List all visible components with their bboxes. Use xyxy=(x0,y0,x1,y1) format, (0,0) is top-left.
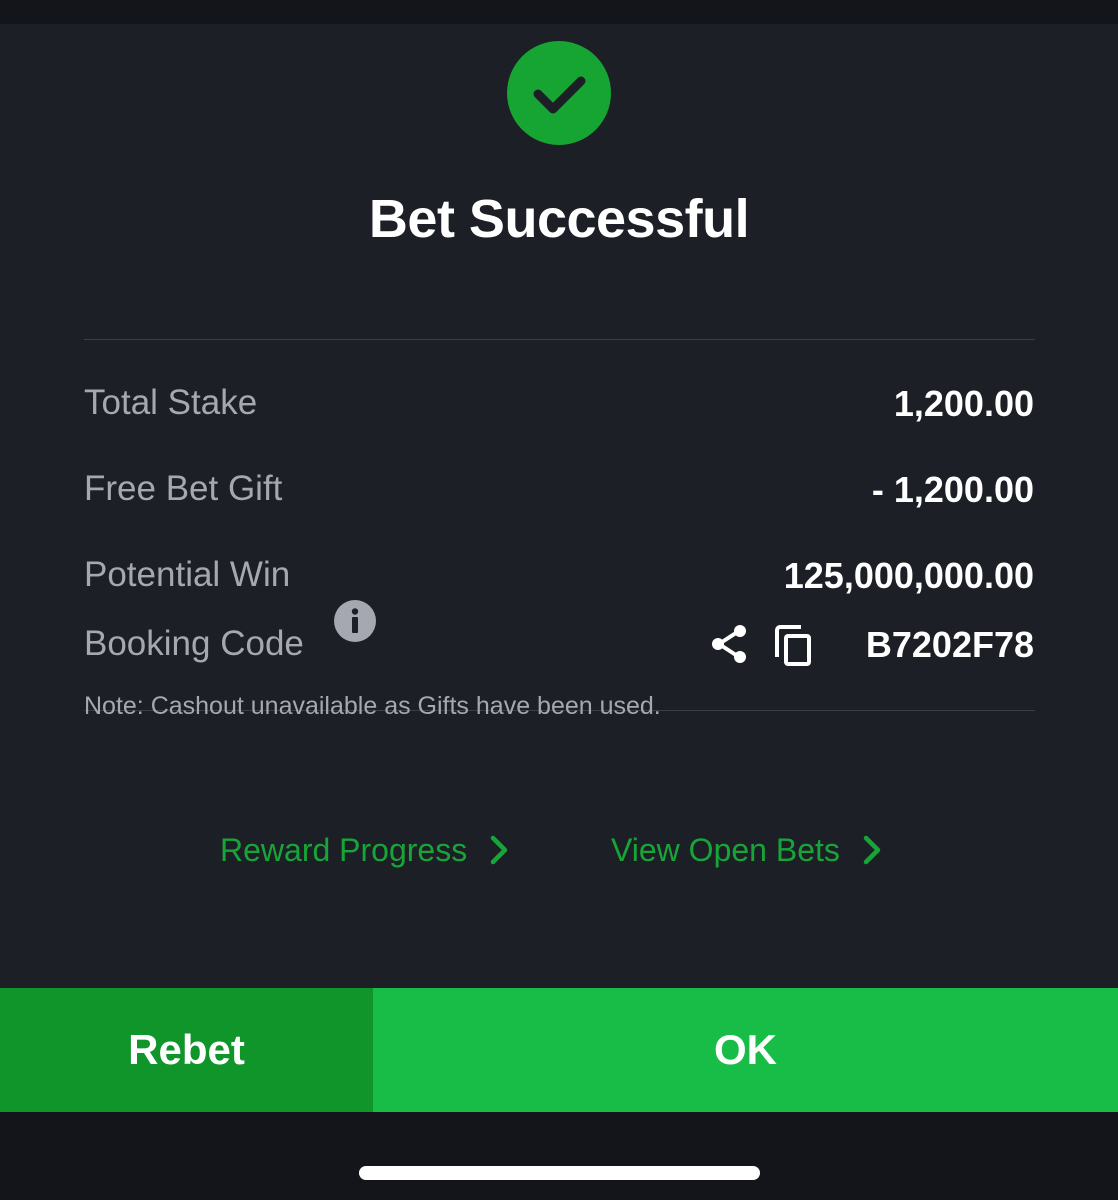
reward-progress-label: Reward Progress xyxy=(220,831,468,868)
top-divider xyxy=(84,339,1035,340)
copy-icon[interactable] xyxy=(773,623,815,667)
share-icon[interactable] xyxy=(710,623,752,665)
cashout-note: Note: Cashout unavailable as Gifts have … xyxy=(84,692,661,720)
bottom-safe-area xyxy=(0,1112,1118,1200)
reward-progress-link[interactable]: Reward Progress xyxy=(220,820,509,880)
free-bet-gift-value: - 1,200.00 xyxy=(871,469,1034,510)
home-indicator[interactable] xyxy=(359,1166,760,1180)
view-open-bets-link[interactable]: View Open Bets xyxy=(611,820,882,880)
chevron-right-icon xyxy=(863,835,881,865)
total-stake-label: Total Stake xyxy=(84,383,258,422)
total-stake-value: 1,200.00 xyxy=(893,383,1034,424)
potential-win-label: Potential Win xyxy=(84,555,291,594)
ok-button[interactable]: OK xyxy=(373,988,1118,1112)
potential-win-value: 125,000,000.00 xyxy=(783,555,1034,596)
info-icon[interactable] xyxy=(334,600,376,642)
free-bet-gift-label: Free Bet Gift xyxy=(84,469,283,508)
view-open-bets-label: View Open Bets xyxy=(611,831,840,868)
booking-code-label: Booking Code xyxy=(84,624,304,663)
checkmark-icon xyxy=(507,41,611,145)
booking-code-value: B7202F78 xyxy=(865,624,1034,665)
chevron-right-icon xyxy=(490,835,508,865)
rebet-button[interactable]: Rebet xyxy=(0,988,373,1112)
page-title: Bet Successful xyxy=(368,189,750,249)
status-bar-strip xyxy=(0,0,1118,24)
